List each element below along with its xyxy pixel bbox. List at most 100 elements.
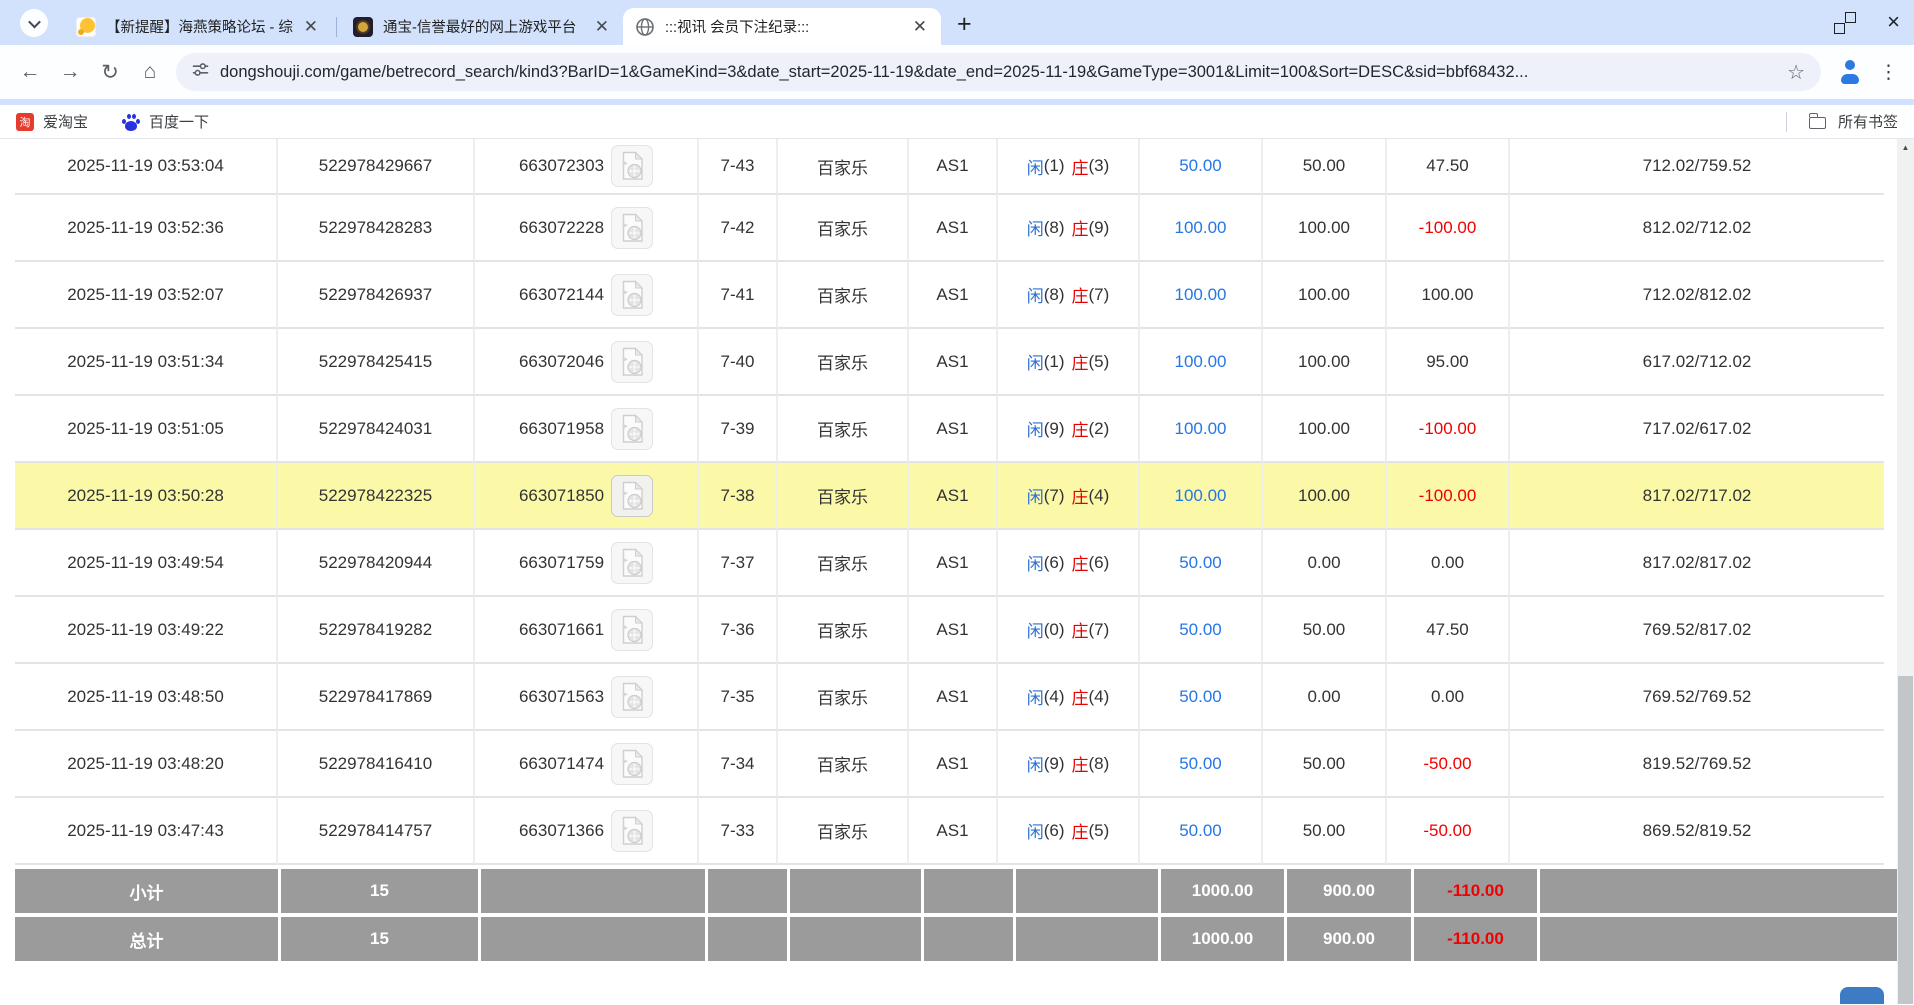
bet-amount-link[interactable]: 50.00 (1140, 731, 1263, 798)
bet-amount-link[interactable]: 100.00 (1140, 329, 1263, 396)
menu-dots-icon[interactable]: ⋮ (1879, 61, 1898, 84)
video-replay-button[interactable] (611, 609, 653, 651)
table-row[interactable]: 2025-11-19 03:50:28 522978422325 6630718… (15, 463, 1884, 530)
game-round-id: 663071563 (519, 687, 604, 707)
game-result: 闲(8) 庄(7) (998, 262, 1140, 329)
banker-points: (5) (1089, 352, 1110, 372)
bet-time: 2025-11-19 03:48:50 (15, 664, 278, 731)
new-tab-button[interactable]: + (957, 12, 972, 37)
table-row[interactable]: 2025-11-19 03:49:22 522978419282 6630716… (15, 597, 1884, 664)
bet-amount-link[interactable]: 50.00 (1140, 530, 1263, 597)
banker-points: (7) (1089, 285, 1110, 305)
address-bar[interactable]: dongshouji.com/game/betrecord_search/kin… (176, 53, 1821, 91)
valid-amount: 100.00 (1263, 396, 1387, 463)
bet-time: 2025-11-19 03:53:04 (15, 139, 278, 195)
game-round-cell: 663072303 (475, 139, 699, 195)
tab-close-icon[interactable]: ✕ (585, 18, 613, 35)
bet-id: 522978425415 (278, 329, 475, 396)
bet-amount-link[interactable]: 100.00 (1140, 195, 1263, 262)
balance: 819.52/769.52 (1510, 731, 1884, 798)
banker-label: 庄 (1072, 154, 1089, 179)
url-text[interactable]: dongshouji.com/game/betrecord_search/kin… (220, 63, 1776, 82)
bet-amount-link[interactable]: 100.00 (1140, 396, 1263, 463)
table-row[interactable]: 2025-11-19 03:48:50 522978417869 6630715… (15, 664, 1884, 731)
bookmarks-separator (1786, 112, 1787, 132)
summary-count: 15 (281, 917, 478, 961)
bookmark-star-icon[interactable]: ☆ (1787, 60, 1805, 85)
scroll-top-button[interactable] (1840, 987, 1884, 1004)
tab-close-icon[interactable]: ✕ (294, 18, 322, 35)
table-row[interactable]: 2025-11-19 03:53:04 522978429667 6630723… (15, 139, 1884, 195)
bet-amount-link[interactable]: 50.00 (1140, 664, 1263, 731)
window-controls: × (1803, 0, 1900, 45)
bet-amount-link[interactable]: 50.00 (1140, 139, 1263, 195)
table-row[interactable]: 2025-11-19 03:51:05 522978424031 6630719… (15, 396, 1884, 463)
bookmark-baidu[interactable]: 百度一下 (122, 111, 209, 132)
game-type: 百家乐 (778, 329, 909, 396)
player-label: 闲 (1027, 751, 1044, 776)
bet-amount-link[interactable]: 50.00 (1140, 597, 1263, 664)
player-points: (6) (1044, 553, 1065, 573)
scrollbar-thumb[interactable] (1898, 676, 1913, 1004)
banker-label: 庄 (1072, 416, 1089, 441)
video-replay-button[interactable] (611, 341, 653, 383)
video-replay-button[interactable] (611, 475, 653, 517)
tab-haiyan-forum[interactable]: 【新提醒】海燕策略论坛 - 综合 ✕ (64, 8, 332, 45)
table-row[interactable]: 2025-11-19 03:52:36 522978428283 6630722… (15, 195, 1884, 262)
table-row[interactable]: 2025-11-19 03:51:34 522978425415 6630720… (15, 329, 1884, 396)
player-points: (4) (1044, 687, 1065, 707)
video-replay-button[interactable] (611, 743, 653, 785)
balance: 617.02/712.02 (1510, 329, 1884, 396)
tab-close-icon[interactable]: ✕ (903, 18, 931, 35)
video-replay-button[interactable] (611, 274, 653, 316)
table-row[interactable]: 2025-11-19 03:47:43 522978414757 6630713… (15, 798, 1884, 865)
video-replay-button[interactable] (611, 207, 653, 249)
valid-amount: 0.00 (1263, 664, 1387, 731)
player-label: 闲 (1027, 154, 1044, 179)
video-replay-button[interactable] (611, 810, 653, 852)
profile-icon[interactable] (1837, 59, 1863, 85)
tab-bet-records-active[interactable]: :::视讯 会员下注纪录::: ✕ (623, 8, 941, 45)
valid-amount: 100.00 (1263, 195, 1387, 262)
home-button[interactable]: ⌂ (130, 52, 170, 92)
video-replay-button[interactable] (611, 408, 653, 450)
forward-button[interactable]: → (50, 52, 90, 92)
summary-bet-total: 1000.00 (1161, 869, 1284, 913)
tab-tongbao[interactable]: 通宝-信誉最好的网上游戏平台 ✕ (341, 8, 623, 45)
video-replay-icon (620, 280, 645, 310)
game-round-id: 663071958 (519, 419, 604, 439)
account-name: AS1 (909, 798, 998, 865)
video-replay-button[interactable] (611, 676, 653, 718)
bet-records-table: 2025-11-19 03:53:04 522978429667 6630723… (15, 139, 1884, 961)
player-label: 闲 (1027, 483, 1044, 508)
tab-search-button[interactable] (20, 9, 48, 37)
baidu-icon (122, 113, 140, 131)
site-settings-icon[interactable] (192, 61, 209, 83)
bet-amount-link[interactable]: 100.00 (1140, 262, 1263, 329)
bet-time: 2025-11-19 03:51:34 (15, 329, 278, 396)
video-replay-button[interactable] (611, 145, 653, 187)
bet-amount-link[interactable]: 50.00 (1140, 798, 1263, 865)
video-replay-icon (620, 548, 645, 578)
game-type: 百家乐 (778, 262, 909, 329)
banker-label: 庄 (1072, 215, 1089, 240)
taobao-icon: 淘 (16, 113, 34, 131)
table-number: 7-43 (699, 139, 778, 195)
video-replay-icon (620, 615, 645, 645)
table-row[interactable]: 2025-11-19 03:49:54 522978420944 6630717… (15, 530, 1884, 597)
reload-button[interactable]: ↻ (90, 52, 130, 92)
account-name: AS1 (909, 396, 998, 463)
table-row[interactable]: 2025-11-19 03:48:20 522978416410 6630714… (15, 731, 1884, 798)
table-row[interactable]: 2025-11-19 03:52:07 522978426937 6630721… (15, 262, 1884, 329)
scrollbar-up-icon[interactable]: ▲ (1897, 139, 1914, 156)
back-button[interactable]: ← (10, 52, 50, 92)
window-close-button[interactable]: × (1887, 11, 1900, 34)
page-scrollbar[interactable]: ▲ (1897, 139, 1914, 1004)
bet-amount-link[interactable]: 100.00 (1140, 463, 1263, 530)
video-replay-button[interactable] (611, 542, 653, 584)
video-replay-icon (620, 151, 645, 181)
game-result: 闲(0) 庄(7) (998, 597, 1140, 664)
bookmark-aitaobao[interactable]: 淘 爱淘宝 (16, 111, 88, 132)
all-bookmarks-button[interactable]: 所有书签 (1786, 111, 1898, 132)
game-type: 百家乐 (778, 396, 909, 463)
